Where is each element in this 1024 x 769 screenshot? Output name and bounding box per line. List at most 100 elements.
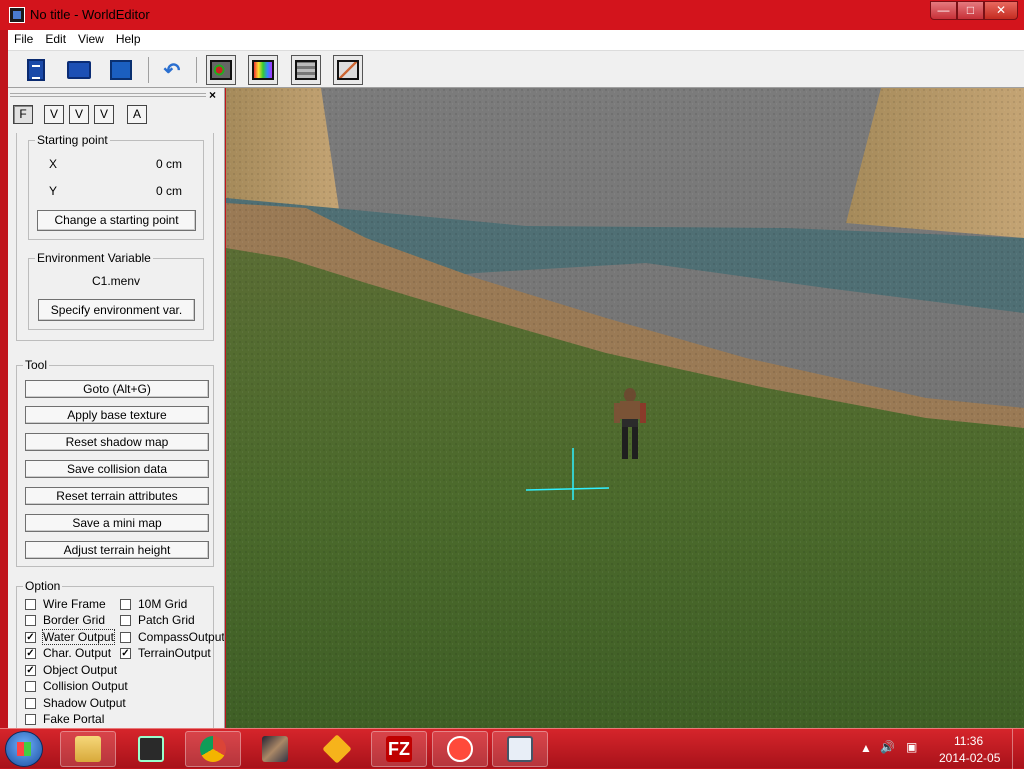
adjust-terrain-height-button[interactable]: Adjust terrain height <box>25 541 209 559</box>
open-folder-icon <box>67 61 91 79</box>
reset-terrain-attributes-button[interactable]: Reset terrain attributes <box>25 487 209 505</box>
task-manager-icon <box>138 736 164 762</box>
checkbox-char-output[interactable]: ✓ Char. Output <box>25 646 111 660</box>
menu-help[interactable]: Help <box>110 30 147 50</box>
checkbox-10m-grid[interactable]: 10M Grid <box>120 597 187 611</box>
environment-variable-legend: Environment Variable <box>35 251 153 265</box>
checkbox-box[interactable] <box>120 631 131 643</box>
checkbox-box[interactable] <box>25 697 36 709</box>
volume-icon[interactable]: 🔊 <box>880 740 895 754</box>
change-starting-point-button[interactable]: Change a starting point <box>37 210 196 231</box>
tile-mode-button[interactable] <box>291 55 321 85</box>
show-desktop-button[interactable] <box>1012 729 1024 769</box>
open-button[interactable] <box>64 55 94 85</box>
taskbar-worldeditor[interactable] <box>492 731 548 767</box>
checkbox-box[interactable]: ✓ <box>25 631 36 643</box>
panel-grip[interactable] <box>10 93 206 97</box>
checkbox-terrain-output[interactable]: ✓ TerrainOutput <box>120 646 211 660</box>
checkbox-collision-output[interactable]: Collision Output <box>25 679 128 693</box>
checkbox-box[interactable] <box>25 713 36 725</box>
panel-close-icon[interactable]: × <box>209 88 216 102</box>
apply-base-texture-button[interactable]: Apply base texture <box>25 406 209 424</box>
undo-button[interactable]: ↶ <box>157 55 187 85</box>
checkbox-box[interactable] <box>120 598 131 610</box>
taskbar-file-explorer[interactable] <box>60 731 116 767</box>
brush-mode-button[interactable] <box>333 55 363 85</box>
taskbar-winamp[interactable] <box>309 731 365 767</box>
texture-mode-button[interactable] <box>248 55 278 85</box>
checkbox-box[interactable] <box>25 680 36 692</box>
clock-date[interactable]: 2014-02-05 <box>939 751 1000 765</box>
y-value: 0 cm <box>156 184 183 198</box>
close-button[interactable]: ✕ <box>984 1 1018 20</box>
toolbar-separator <box>148 57 149 83</box>
window-title: No title - WorldEditor <box>30 7 150 22</box>
taskbar-task-manager[interactable] <box>123 731 179 767</box>
save-collision-data-button[interactable]: Save collision data <box>25 460 209 478</box>
taskbar-game[interactable] <box>247 731 303 767</box>
checkbox-box[interactable] <box>120 614 131 626</box>
filezilla-icon: FZ <box>386 736 412 762</box>
new-document-button[interactable] <box>21 55 51 85</box>
checkbox-box[interactable]: ✓ <box>25 647 36 659</box>
minimize-button[interactable]: — <box>930 1 957 20</box>
y-label: Y <box>49 184 58 198</box>
menu-view[interactable]: View <box>72 30 110 50</box>
checkbox-border-grid[interactable]: Border Grid <box>25 613 105 627</box>
taskbar: FZ ▲ 🔊 ▣ 11:36 2014-02-05 <box>0 728 1024 769</box>
taskbar-filezilla[interactable]: FZ <box>371 731 427 767</box>
x-label: X <box>49 157 58 171</box>
start-button[interactable] <box>5 731 43 767</box>
tray-expand-icon[interactable]: ▲ <box>860 741 872 755</box>
menu-file[interactable]: File <box>8 30 39 50</box>
save-button[interactable] <box>106 55 136 85</box>
checkbox-label: Char. Output <box>43 646 112 660</box>
checkbox-water-output[interactable]: ✓ Water Output <box>25 629 115 645</box>
specify-environment-button[interactable]: Specify environment var. <box>38 299 195 321</box>
tab-f[interactable]: F <box>13 105 33 124</box>
tab-a[interactable]: A <box>127 105 147 124</box>
clock-time[interactable]: 11:36 <box>954 734 983 748</box>
checkbox-object-output[interactable]: ✓ Object Output <box>25 663 117 677</box>
menu-edit[interactable]: Edit <box>39 30 72 50</box>
environment-value: C1.menv <box>92 274 141 288</box>
checkbox-box[interactable] <box>25 614 36 626</box>
checkbox-box[interactable]: ✓ <box>25 664 36 676</box>
checkbox-label: Shadow Output <box>43 696 126 710</box>
maximize-button[interactable]: □ <box>957 1 984 20</box>
app-icon <box>9 7 25 23</box>
checkbox-wire-frame[interactable]: Wire Frame <box>25 597 106 611</box>
checkbox-label: TerrainOutput <box>138 646 211 660</box>
checkbox-label: Border Grid <box>43 613 106 627</box>
viewport-3d[interactable] <box>226 88 1024 728</box>
game-icon <box>262 736 288 762</box>
checkbox-box[interactable]: ✓ <box>120 647 131 659</box>
object-mode-button[interactable] <box>206 55 236 85</box>
checkbox-compass-output[interactable]: CompassOutput <box>120 630 224 644</box>
x-value: 0 cm <box>156 157 183 171</box>
terrain-scene <box>226 88 1024 728</box>
taskbar-chrome[interactable] <box>185 731 241 767</box>
tab-v2[interactable]: V <box>69 105 89 124</box>
toolbar-separator <box>196 57 197 83</box>
tab-v3[interactable]: V <box>94 105 114 124</box>
taskbar-messenger[interactable] <box>432 731 488 767</box>
reset-shadow-map-button[interactable]: Reset shadow map <box>25 433 209 451</box>
save-monitor-icon <box>110 60 132 80</box>
undo-icon: ↶ <box>163 59 181 82</box>
save-mini-map-button[interactable]: Save a mini map <box>25 514 209 532</box>
checkbox-label: Fake Portal <box>43 712 105 726</box>
brush-mode-icon <box>337 60 359 80</box>
checkbox-patch-grid[interactable]: Patch Grid <box>120 613 195 627</box>
tab-v1[interactable]: V <box>44 105 64 124</box>
network-icon[interactable]: ▣ <box>906 740 917 754</box>
toolbar: ↶ <box>8 50 1024 88</box>
new-document-icon <box>27 59 45 81</box>
starting-point-legend: Starting point <box>35 133 110 147</box>
worldeditor-icon <box>507 736 533 762</box>
checkbox-box[interactable] <box>25 598 36 610</box>
checkbox-fake-portal[interactable]: Fake Portal <box>25 712 104 726</box>
checkbox-shadow-output[interactable]: Shadow Output <box>25 696 126 710</box>
winamp-icon <box>322 734 352 764</box>
goto-button[interactable]: Goto (Alt+G) <box>25 380 209 398</box>
